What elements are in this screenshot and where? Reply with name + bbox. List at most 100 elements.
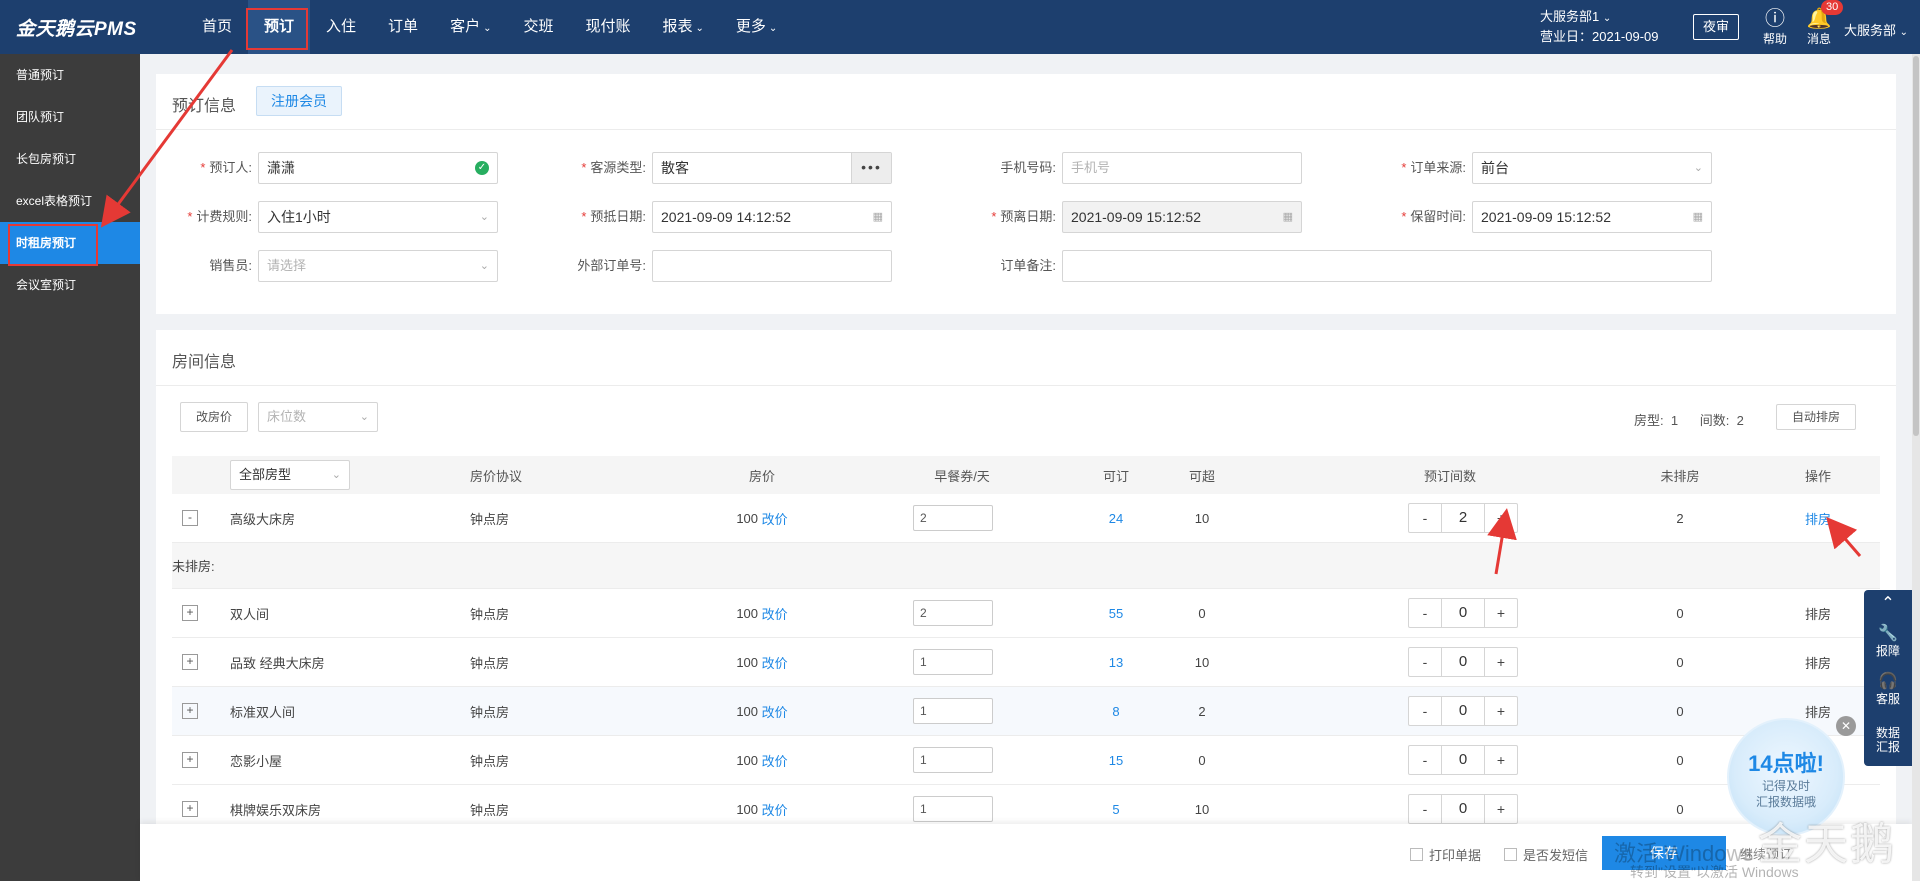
retain-time-input[interactable]: 2021-09-09 15:12:52 ▦ xyxy=(1472,201,1712,233)
decrement-button[interactable]: - xyxy=(1409,648,1441,676)
nav-reports[interactable]: 报表 ⌄ xyxy=(647,0,720,54)
breakfast-input[interactable]: 2 xyxy=(913,600,993,626)
register-member-button[interactable]: 注册会员 xyxy=(256,86,342,116)
order-source-select[interactable]: 前台 ⌄ xyxy=(1472,152,1712,184)
change-price-link[interactable]: 改价 xyxy=(762,604,788,623)
sidebar-item-group-booking[interactable]: 团队预订 xyxy=(0,96,140,138)
decrement-button[interactable]: - xyxy=(1409,795,1441,823)
decrement-button[interactable]: - xyxy=(1409,599,1441,627)
available-count-link[interactable]: 5 xyxy=(1112,802,1119,817)
booked-rooms-stepper: -0 + xyxy=(1408,598,1518,628)
booked-rooms-value[interactable]: 0 xyxy=(1441,648,1485,676)
nav-home[interactable]: 首页 xyxy=(186,0,248,54)
remark-textarea[interactable] xyxy=(1062,250,1712,282)
nav-orders[interactable]: 订单 xyxy=(372,0,434,54)
change-price-link[interactable]: 改价 xyxy=(762,751,788,770)
send-sms-checkbox[interactable]: 是否发短信 xyxy=(1504,845,1588,864)
change-price-link[interactable]: 改价 xyxy=(762,653,788,672)
arrival-label: * 预抵日期: xyxy=(581,209,646,224)
nav-checkin[interactable]: 入住 xyxy=(310,0,372,54)
report-fault-button[interactable]: 🔧 报障 xyxy=(1864,624,1912,658)
scrollbar-thumb[interactable] xyxy=(1913,56,1919,436)
booker-input[interactable]: 潇潇 ✓ xyxy=(258,152,498,184)
booked-rooms-value[interactable]: 2 xyxy=(1441,504,1485,532)
sidebar-item-normal-booking[interactable]: 普通预订 xyxy=(0,54,140,96)
room-info-title: 房间信息 xyxy=(172,354,237,371)
breakfast-input[interactable]: 2 xyxy=(913,505,993,531)
increment-button[interactable]: + xyxy=(1485,599,1517,627)
increment-button[interactable]: + xyxy=(1485,697,1517,725)
assign-room-link[interactable]: 排房 xyxy=(1805,509,1831,528)
available-count-link[interactable]: 8 xyxy=(1112,704,1119,719)
available-count-link[interactable]: 24 xyxy=(1109,511,1123,526)
breakfast-input[interactable]: 1 xyxy=(913,796,993,822)
breakfast-input[interactable]: 1 xyxy=(913,747,993,773)
expand-icon[interactable]: + xyxy=(182,801,198,817)
arrival-date-input[interactable]: 2021-09-09 14:12:52 ▦ xyxy=(652,201,892,233)
checkbox-icon xyxy=(1410,848,1423,861)
night-audit-button[interactable]: 夜审 xyxy=(1693,14,1739,40)
more-dots-icon[interactable]: ••• xyxy=(851,153,891,183)
expand-icon[interactable]: + xyxy=(182,703,198,719)
increment-button[interactable]: + xyxy=(1485,504,1517,532)
remark-label: 订单备注: xyxy=(1000,258,1056,273)
print-receipt-checkbox[interactable]: 打印单据 xyxy=(1410,845,1481,864)
nav-customers[interactable]: 客户 ⌄ xyxy=(434,0,507,54)
change-price-link[interactable]: 改价 xyxy=(762,800,788,819)
decrement-button[interactable]: - xyxy=(1409,697,1441,725)
auto-assign-button[interactable]: 自动排房 xyxy=(1776,404,1856,430)
available-count-link[interactable]: 55 xyxy=(1109,606,1123,621)
room-price: 100 xyxy=(736,510,759,526)
dept-selector[interactable]: 大服务部1 ⌄ 营业日：2021-09-09 xyxy=(1540,8,1670,46)
app-logo[interactable]: 金天鹅云PMS xyxy=(16,14,137,41)
collapse-icon[interactable]: - xyxy=(182,510,198,526)
increment-button[interactable]: + xyxy=(1485,648,1517,676)
col-unassigned: 未排房 xyxy=(1660,468,1700,484)
breakfast-input[interactable]: 1 xyxy=(913,698,993,724)
scroll-top-button[interactable]: ⌃ xyxy=(1864,594,1912,614)
booked-rooms-stepper: -0 + xyxy=(1408,696,1518,726)
expand-icon[interactable]: + xyxy=(182,654,198,670)
increment-button[interactable]: + xyxy=(1485,746,1517,774)
chevron-down-icon: ⌄ xyxy=(483,23,492,34)
decrement-button[interactable]: - xyxy=(1409,746,1441,774)
booked-rooms-value[interactable]: 0 xyxy=(1441,746,1485,774)
billing-rule-select[interactable]: 入住1小时 ⌄ xyxy=(258,201,498,233)
close-icon[interactable]: ✕ xyxy=(1836,716,1856,736)
room-type-filter[interactable]: 全部房型 ⌄ xyxy=(230,460,350,490)
room-agreement: 钟点房 xyxy=(470,704,510,720)
booked-rooms-value[interactable]: 0 xyxy=(1441,795,1485,823)
nav-cash[interactable]: 现付账 xyxy=(569,0,646,54)
help-button[interactable]: ⓘ 帮助 xyxy=(1755,6,1795,46)
sidebar-item-excel-booking[interactable]: excel表格预订 xyxy=(0,180,140,222)
departure-date-input[interactable]: 2021-09-09 15:12:52 ▦ xyxy=(1062,201,1302,233)
ext-order-input[interactable] xyxy=(652,250,892,282)
user-menu[interactable]: 大服务部 ⌄ xyxy=(1844,20,1908,39)
change-price-link[interactable]: 改价 xyxy=(762,509,788,528)
sales-select[interactable]: 请选择 ⌄ xyxy=(258,250,498,282)
booked-rooms-stepper: -0 + xyxy=(1408,745,1518,775)
bed-count-select[interactable]: 床位数 ⌄ xyxy=(258,402,378,432)
available-count-link[interactable]: 13 xyxy=(1109,655,1123,670)
messages-button[interactable]: 🔔 30 消息 xyxy=(1799,0,1844,46)
booked-rooms-value[interactable]: 0 xyxy=(1441,599,1485,627)
increment-button[interactable]: + xyxy=(1485,795,1517,823)
sidebar-item-meeting-room-booking[interactable]: 会议室预订 xyxy=(0,264,140,306)
data-report-button[interactable]: 数据 汇报 xyxy=(1864,726,1912,754)
phone-input[interactable]: 手机号 xyxy=(1062,152,1302,184)
nav-more[interactable]: 更多 ⌄ xyxy=(720,0,793,54)
decrement-button[interactable]: - xyxy=(1409,504,1441,532)
expand-icon[interactable]: + xyxy=(182,605,198,621)
customer-service-button[interactable]: 🎧 客服 xyxy=(1864,672,1912,706)
change-price-link[interactable]: 改价 xyxy=(762,702,788,721)
page-scrollbar[interactable] xyxy=(1912,54,1920,881)
available-count-link[interactable]: 15 xyxy=(1109,753,1123,768)
form-row-2: * 计费规则: 入住1小时 ⌄ * 预抵日期: 2021-09-09 14:12:52… xyxy=(156,201,1896,233)
change-room-price-button[interactable]: 改房价 xyxy=(180,402,248,432)
booked-rooms-value[interactable]: 0 xyxy=(1441,697,1485,725)
source-type-input[interactable]: 散客 ••• xyxy=(652,152,892,184)
nav-shift[interactable]: 交班 xyxy=(507,0,569,54)
breakfast-input[interactable]: 1 xyxy=(913,649,993,675)
expand-icon[interactable]: + xyxy=(182,752,198,768)
sidebar-item-long-term-booking[interactable]: 长包房预订 xyxy=(0,138,140,180)
